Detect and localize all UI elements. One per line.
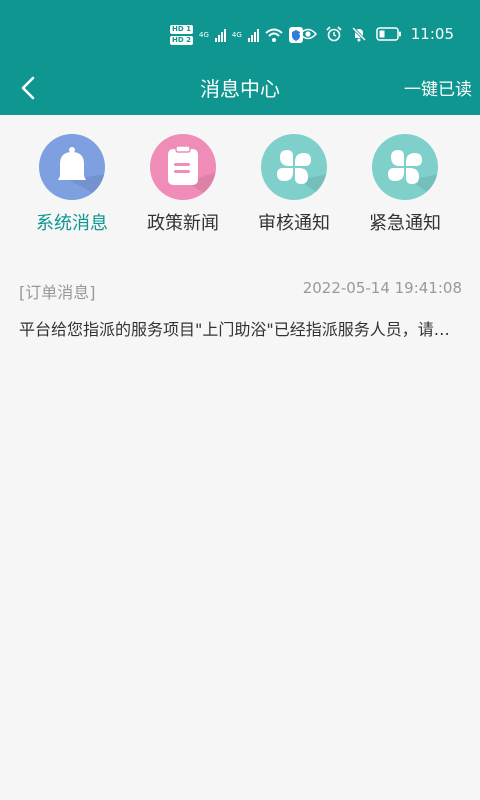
tab-label: 政策新闻 xyxy=(147,213,219,234)
message-time: 2022-05-14 19:41:08 xyxy=(302,279,462,297)
tab-urgent-notices[interactable]: 紧急通知 xyxy=(350,134,460,235)
message-list: [订单消息] 2022-05-14 19:41:08 平台给您指派的服务项目"上… xyxy=(0,262,480,352)
tab-label: 紧急通知 xyxy=(369,213,441,234)
signal-1-icon xyxy=(214,28,226,42)
wifi-icon xyxy=(265,28,283,42)
tab-system-messages[interactable]: 系统消息 xyxy=(17,134,127,235)
tab-label: 系统消息 xyxy=(36,213,108,234)
battery-icon xyxy=(376,27,401,41)
mute-icon xyxy=(351,26,366,42)
message-type: [订单消息] xyxy=(19,283,96,302)
message-body: 平台给您指派的服务项目"上门助浴"已经指派服务人员，请注意查收 xyxy=(19,320,462,339)
hd2-icon: HD 2 xyxy=(170,36,193,45)
mark-all-read-button[interactable]: 一键已读 xyxy=(404,75,472,100)
signal-2-icon xyxy=(247,28,259,42)
hd-indicators: HD 1 HD 2 xyxy=(170,25,193,45)
alarm-icon xyxy=(326,26,342,42)
clipboard-icon xyxy=(150,134,216,200)
hd1-icon: HD 1 xyxy=(170,25,193,34)
clover-icon xyxy=(372,134,438,200)
category-tabs: 系统消息 政策新闻 审核通知 紧急通知 xyxy=(0,115,480,245)
list-item[interactable]: [订单消息] 2022-05-14 19:41:08 平台给您指派的服务项目"上… xyxy=(0,262,480,352)
status-left-icons: HD 1 HD 2 4G 4G xyxy=(170,22,303,48)
clover-icon xyxy=(261,134,327,200)
bell-icon xyxy=(39,134,105,200)
status-right-icons: 11:05 xyxy=(298,25,454,43)
network-type-1: 4G xyxy=(198,31,209,39)
eye-icon xyxy=(298,28,317,40)
tab-label: 审核通知 xyxy=(258,213,330,234)
network-type-2: 4G xyxy=(231,31,242,39)
title-bar: 消息中心 一键已读 xyxy=(0,60,480,115)
status-bar: HD 1 HD 2 4G 4G 11:05 xyxy=(0,0,480,60)
tab-policy-news[interactable]: 政策新闻 xyxy=(128,134,238,235)
tab-review-notices[interactable]: 审核通知 xyxy=(239,134,349,235)
status-time: 11:05 xyxy=(410,25,454,43)
